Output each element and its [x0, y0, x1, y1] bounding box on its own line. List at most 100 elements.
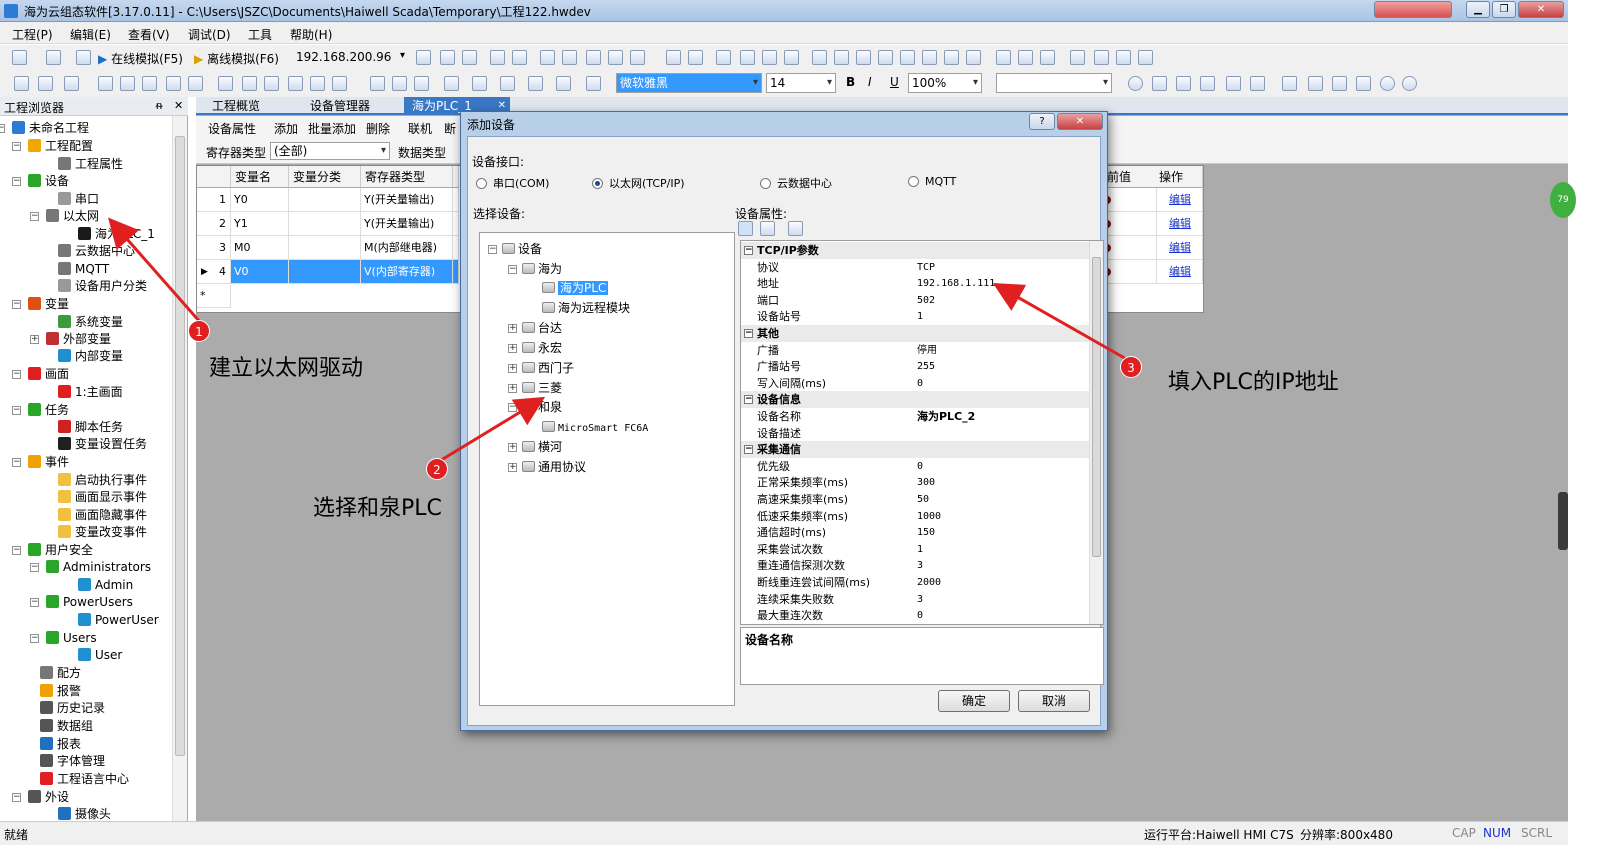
- property-value[interactable]: 1: [917, 308, 923, 325]
- online-button[interactable]: 联机: [408, 120, 432, 137]
- globe-icon[interactable]: [1380, 76, 1395, 91]
- tree-item[interactable]: 画面隐藏事件: [58, 507, 147, 523]
- font-size-select[interactable]: 14: [766, 73, 836, 93]
- tree-item[interactable]: 外部变量: [46, 331, 111, 347]
- property-value[interactable]: 0: [917, 458, 923, 475]
- edit-link[interactable]: 编辑: [1155, 260, 1203, 284]
- property-row[interactable]: 设备名称 海为PLC_2: [741, 408, 1089, 425]
- pin-icon[interactable]: ᵰ: [156, 99, 162, 112]
- grid-header[interactable]: [197, 166, 231, 188]
- undo-icon[interactable]: [540, 50, 555, 65]
- property-row[interactable]: 广播 停用: [741, 342, 1089, 359]
- ip-dropdown[interactable]: 192.168.200.96: [296, 50, 391, 64]
- tree-expander[interactable]: −: [12, 142, 21, 151]
- pointer-icon[interactable]: [38, 76, 53, 91]
- menu-view[interactable]: 查看(V): [128, 26, 170, 43]
- tree-expander[interactable]: −: [0, 124, 5, 133]
- cell-class[interactable]: [289, 236, 361, 260]
- align-left-icon[interactable]: [812, 50, 827, 65]
- property-value[interactable]: 3: [917, 591, 923, 608]
- tree-expander[interactable]: −: [30, 563, 39, 572]
- upload-icon[interactable]: [440, 50, 455, 65]
- same-size-icon[interactable]: [1040, 50, 1055, 65]
- row-header[interactable]: 1: [197, 188, 231, 212]
- tree-item[interactable]: 系统变量: [58, 314, 123, 330]
- rotate-left-icon[interactable]: [1116, 50, 1131, 65]
- arc-icon[interactable]: [218, 76, 233, 91]
- help-button[interactable]: ?: [1029, 113, 1055, 130]
- new-icon[interactable]: [12, 50, 27, 65]
- menu-project[interactable]: 工程(P): [12, 26, 53, 43]
- tree-item[interactable]: 内部变量: [58, 348, 123, 364]
- radio-ethernet[interactable]: 以太网(TCP/IP): [592, 175, 685, 191]
- tree-item[interactable]: 用户安全: [28, 542, 93, 558]
- radio-cloud[interactable]: 云数据中心: [760, 175, 832, 191]
- device-tree-item[interactable]: 通用协议: [522, 459, 586, 475]
- compile-icon[interactable]: [462, 50, 477, 65]
- cell-register[interactable]: Y(开关量输出): [361, 188, 453, 212]
- cell-name[interactable]: V0: [231, 260, 289, 284]
- tree-expander[interactable]: +: [30, 335, 39, 344]
- collapse-icon[interactable]: −: [744, 395, 753, 405]
- categorized-icon[interactable]: [738, 221, 753, 236]
- property-scrollbar[interactable]: [1089, 241, 1103, 624]
- device-tree-item[interactable]: 横河: [522, 439, 562, 455]
- tab-device-manager[interactable]: 设备管理器: [302, 97, 378, 115]
- device-tree-item[interactable]: 台达: [522, 320, 562, 336]
- cell-register[interactable]: V(内部寄存器): [361, 260, 453, 284]
- tree-expander[interactable]: −: [30, 634, 39, 643]
- menu-edit[interactable]: 编辑(E): [70, 26, 111, 43]
- copy-icon[interactable]: [608, 50, 623, 65]
- status-widget[interactable]: 79: [1550, 182, 1576, 218]
- property-row[interactable]: 广播站号 255: [741, 358, 1089, 375]
- align-center-icon[interactable]: [834, 50, 849, 65]
- tree-item[interactable]: 工程属性: [58, 156, 123, 172]
- tree-scrollbar[interactable]: [172, 116, 187, 821]
- redo-icon[interactable]: [562, 50, 577, 65]
- tree-item[interactable]: 海为PLC_1: [78, 226, 155, 242]
- edit-link[interactable]: 编辑: [1155, 188, 1203, 212]
- grid-header[interactable]: 前值: [1103, 166, 1157, 188]
- property-value[interactable]: 255: [917, 358, 935, 375]
- tree-item[interactable]: 画面: [28, 366, 69, 382]
- distribute-h-icon[interactable]: [944, 50, 959, 65]
- tree-expander[interactable]: −: [12, 793, 21, 802]
- download-icon[interactable]: [76, 50, 91, 65]
- property-row[interactable]: 通信超时(ms) 150: [741, 524, 1089, 541]
- property-row[interactable]: 断线重连尝试间隔(ms) 2000: [741, 574, 1089, 591]
- property-pages-icon[interactable]: [788, 221, 803, 236]
- tree-item[interactable]: User: [78, 647, 122, 663]
- property-row[interactable]: 协议 TCP: [741, 259, 1089, 276]
- tree-item[interactable]: 画面显示事件: [58, 489, 147, 505]
- dialog-close-button[interactable]: ✕: [1057, 113, 1103, 130]
- device-tree-item[interactable]: 永宏: [522, 340, 562, 356]
- property-value[interactable]: 1: [917, 541, 923, 558]
- tree-expander[interactable]: −: [12, 546, 21, 555]
- tree-item[interactable]: 变量: [28, 296, 69, 312]
- delete-button[interactable]: 删除: [366, 120, 390, 137]
- zoom-out-icon[interactable]: [414, 76, 429, 91]
- device-tree-item[interactable]: 海为PLC: [542, 280, 609, 296]
- cell-class[interactable]: [289, 188, 361, 212]
- hand-icon[interactable]: [370, 76, 385, 91]
- ok-button[interactable]: 确定: [938, 690, 1010, 712]
- tree-expander[interactable]: −: [30, 598, 39, 607]
- arrow-end-icon[interactable]: [586, 76, 601, 91]
- tree-expander[interactable]: −: [12, 458, 21, 467]
- tree-item[interactable]: 串口: [58, 191, 99, 207]
- cell-register[interactable]: Y(开关量输出): [361, 212, 453, 236]
- input-shape-icon[interactable]: [1176, 76, 1191, 91]
- align-right-icon[interactable]: [856, 50, 871, 65]
- diamond-icon[interactable]: [142, 76, 157, 91]
- menu-tools[interactable]: 工具: [248, 26, 272, 43]
- device-tree-item[interactable]: 和泉: [522, 399, 562, 415]
- row-header[interactable]: 2: [197, 212, 231, 236]
- paste-icon[interactable]: [630, 50, 645, 65]
- ungroup-icon[interactable]: [688, 50, 703, 65]
- alarm-shape-icon[interactable]: [1332, 76, 1347, 91]
- bring-front-icon[interactable]: [716, 50, 731, 65]
- align-bottom-icon[interactable]: [922, 50, 937, 65]
- align-top-icon[interactable]: [878, 50, 893, 65]
- online-sim-button[interactable]: ▶ 在线模拟(F5): [98, 50, 183, 67]
- flip-h-icon[interactable]: [1070, 50, 1085, 65]
